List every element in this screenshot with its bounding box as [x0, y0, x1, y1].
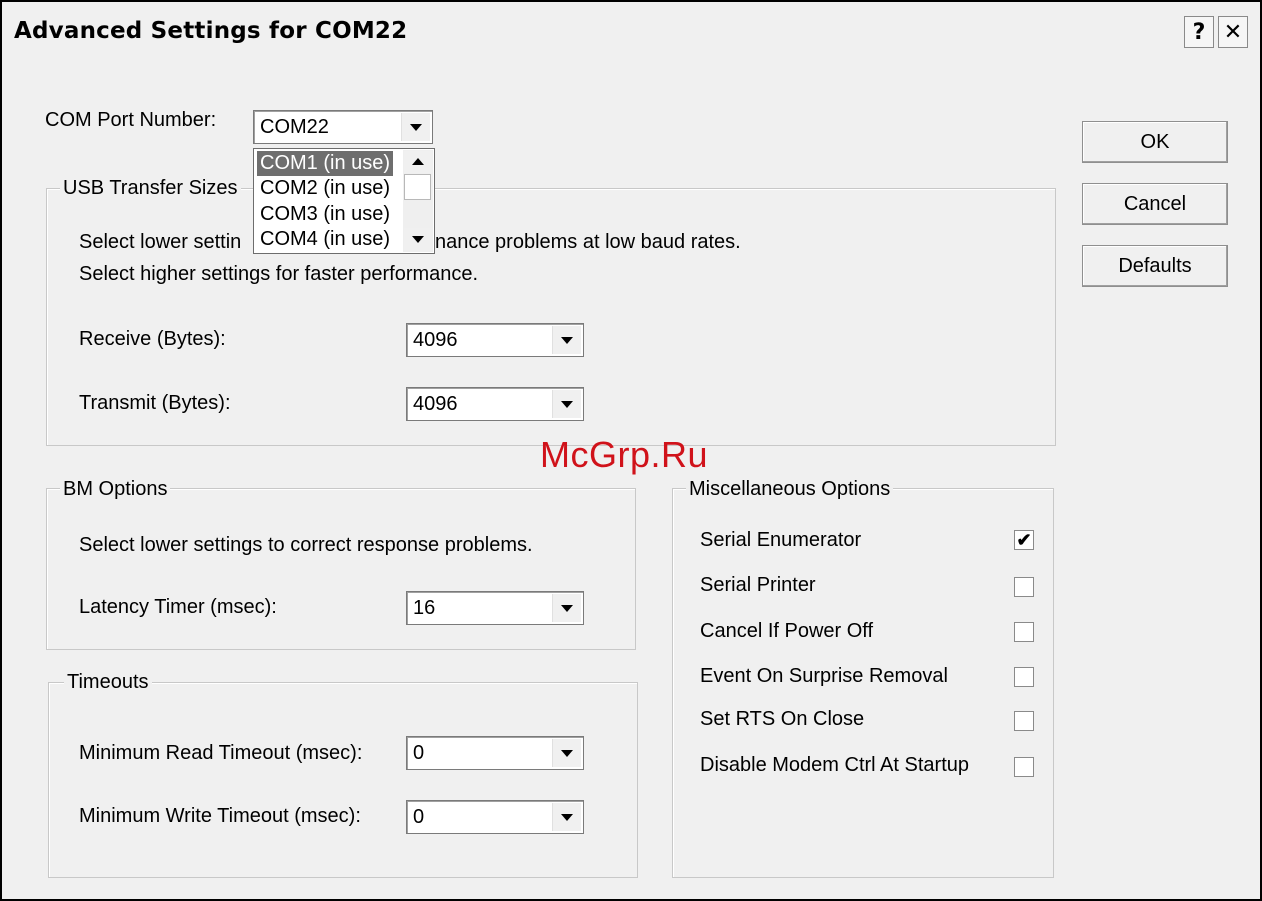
dropdown-option-com1[interactable]: COM1 (in use) [257, 151, 394, 176]
set-rts-on-close-checkbox[interactable] [1014, 711, 1034, 731]
com-port-label: COM Port Number: [45, 109, 217, 131]
close-button[interactable]: ✕ [1218, 16, 1248, 48]
disable-modem-ctrl-checkbox[interactable] [1014, 757, 1034, 777]
serial-printer-label: Serial Printer [700, 574, 816, 596]
defaults-button[interactable]: Defaults [1082, 245, 1228, 287]
transmit-select[interactable]: 4096 [406, 387, 584, 421]
disable-modem-ctrl-label: Disable Modem Ctrl At Startup [700, 754, 969, 776]
usb-desc-lower-left: Select lower settin [79, 231, 242, 253]
dropdown-option-com2[interactable]: COM2 (in use) [257, 176, 393, 201]
write-timeout-select[interactable]: 0 [406, 800, 584, 834]
timeouts-legend: Timeouts [64, 671, 152, 694]
set-rts-on-close-label: Set RTS On Close [700, 708, 865, 730]
dropdown-scrollbar[interactable] [403, 150, 433, 252]
advanced-settings-dialog: Advanced Settings for COM22 ? ✕ COM Port… [0, 0, 1262, 901]
serial-printer-checkbox[interactable] [1014, 577, 1034, 597]
dropdown-option-com3[interactable]: COM3 (in use) [257, 202, 393, 227]
chevron-down-icon[interactable] [552, 594, 581, 622]
timeouts-group [48, 682, 638, 878]
receive-select[interactable]: 4096 [406, 323, 584, 357]
chevron-down-icon[interactable] [552, 739, 581, 767]
com-port-value: COM22 [260, 116, 329, 138]
com-port-dropdown-list[interactable]: COM1 (in use) COM2 (in use) COM3 (in use… [253, 148, 435, 254]
usb-desc-higher: Select higher settings for faster perfor… [79, 263, 479, 285]
cancel-if-power-off-label: Cancel If Power Off [700, 620, 874, 642]
bm-options-legend: BM Options [60, 478, 171, 501]
receive-value: 4096 [413, 329, 458, 351]
ok-button[interactable]: OK [1082, 121, 1228, 163]
latency-label: Latency Timer (msec): [79, 596, 277, 618]
watermark: McGrp.Ru [540, 434, 709, 475]
usb-transfer-sizes-legend: USB Transfer Sizes [60, 177, 241, 200]
chevron-down-icon[interactable] [401, 113, 430, 141]
receive-label: Receive (Bytes): [79, 328, 226, 350]
write-timeout-label: Minimum Write Timeout (msec): [79, 805, 361, 827]
latency-value: 16 [413, 597, 436, 619]
read-timeout-value: 0 [413, 742, 425, 764]
misc-options-legend: Miscellaneous Options [686, 478, 894, 501]
chevron-down-icon[interactable] [552, 390, 581, 418]
latency-select[interactable]: 16 [406, 591, 584, 625]
read-timeout-select[interactable]: 0 [406, 736, 584, 770]
dialog-title: Advanced Settings for COM22 [14, 18, 408, 44]
cancel-button[interactable]: Cancel [1082, 183, 1228, 225]
read-timeout-label: Minimum Read Timeout (msec): [79, 742, 363, 764]
cancel-if-power-off-checkbox[interactable] [1014, 622, 1034, 642]
dropdown-option-com4[interactable]: COM4 (in use) [257, 227, 393, 252]
bm-desc: Select lower settings to correct respons… [79, 534, 533, 556]
com-port-select[interactable]: COM22 [253, 110, 433, 144]
help-button[interactable]: ? [1184, 16, 1214, 48]
serial-enumerator-label: Serial Enumerator [700, 529, 862, 551]
scrollbar-thumb[interactable] [404, 174, 431, 200]
write-timeout-value: 0 [413, 806, 425, 828]
transmit-label: Transmit (Bytes): [79, 392, 231, 414]
transmit-value: 4096 [413, 393, 458, 415]
serial-enumerator-checkbox[interactable]: ✔ [1014, 530, 1034, 550]
bm-options-group [46, 488, 636, 650]
usb-desc-lower-right: nance problems at low baud rates. [435, 231, 741, 253]
chevron-down-icon[interactable] [552, 326, 581, 354]
event-on-surprise-removal-checkbox[interactable] [1014, 667, 1034, 687]
scroll-down-icon[interactable] [404, 228, 432, 250]
scroll-up-icon[interactable] [404, 151, 432, 173]
chevron-down-icon[interactable] [552, 803, 581, 831]
event-on-surprise-removal-label: Event On Surprise Removal [700, 665, 948, 687]
